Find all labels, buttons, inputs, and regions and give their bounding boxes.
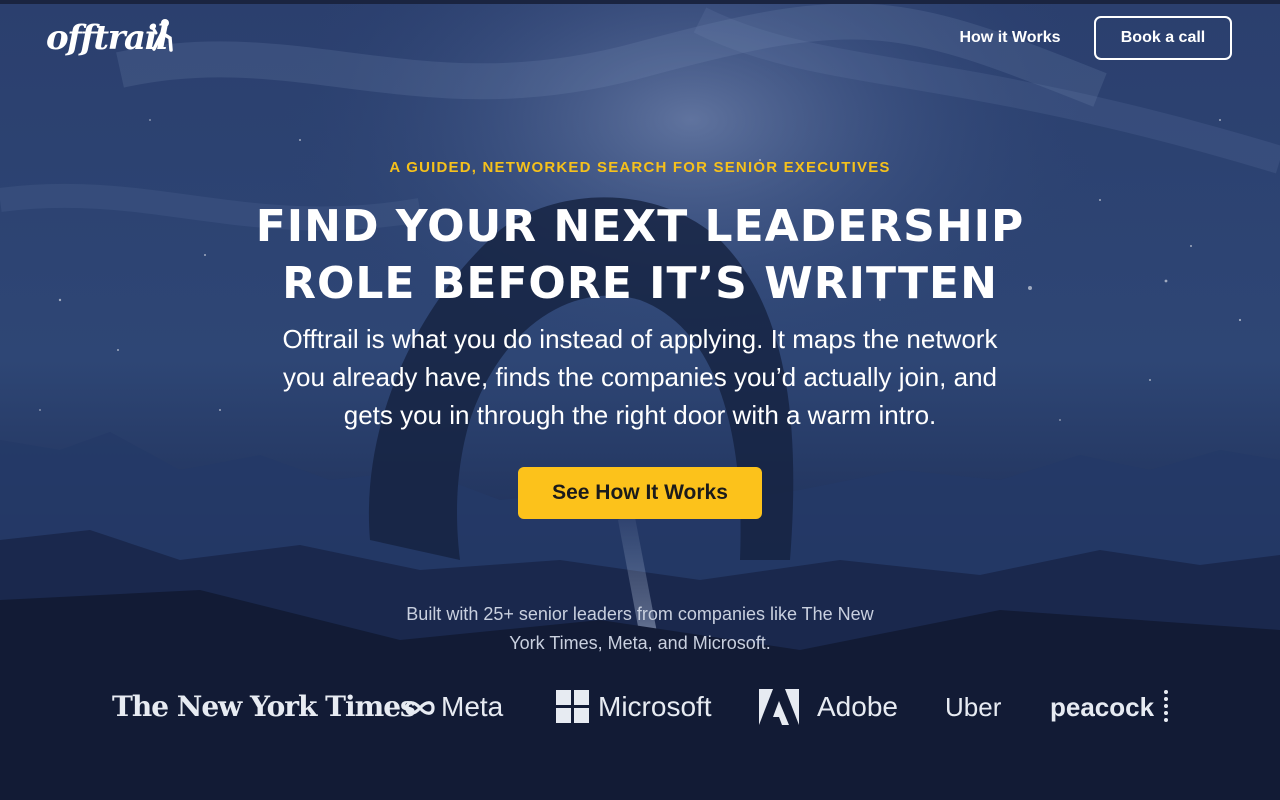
peacock-logo-text: peacock	[1050, 692, 1155, 722]
hero-subtext: Offtrail is what you do instead of apply…	[250, 320, 1030, 434]
nyt-logo-text: The New York Times	[112, 690, 416, 723]
uber-logo: Uber	[945, 684, 1001, 732]
nav-how-it-works[interactable]: How it Works	[940, 24, 1080, 52]
offtrail-logo[interactable]: offtrail	[46, 14, 178, 62]
social-proof-line-1: Built with 25+ senior leaders from compa…	[406, 604, 874, 624]
peacock-dots-icon	[1164, 690, 1168, 724]
headline-line-1: FIND YOUR NEXT LEADERSHIP	[255, 201, 1025, 252]
book-a-call-button[interactable]: Book a call	[1094, 16, 1232, 60]
hiker-icon	[151, 19, 173, 52]
subtext-line-2: you already have, finds the companies yo…	[283, 362, 997, 392]
adobe-logo-text: Adobe	[817, 691, 898, 722]
peacock-logo: peacock	[1050, 684, 1168, 732]
see-how-it-works-button[interactable]: See How It Works	[518, 467, 762, 519]
subtext-line-3: gets you in through the right door with …	[343, 400, 937, 430]
meta-logo-text: Meta	[441, 691, 504, 722]
subtext-line-1: Offtrail is what you do instead of apply…	[282, 324, 998, 354]
company-logo-row: The New York Times Meta Microsoft Adobe …	[0, 684, 1280, 732]
social-proof-line-2: York Times, Meta, and Microsoft.	[509, 633, 771, 653]
hero-eyebrow: A GUIDED, NETWORKED SEARCH FOR SENIOR EX…	[389, 159, 891, 176]
adobe-a-icon	[759, 689, 799, 725]
microsoft-grid-icon	[556, 690, 589, 723]
top-edge-bar	[0, 0, 1280, 4]
nyt-logo: The New York Times	[112, 684, 416, 732]
uber-logo-text: Uber	[945, 692, 1002, 722]
meta-infinity-icon	[405, 701, 435, 715]
headline-line-2: ROLE BEFORE IT’S WRITTEN	[282, 258, 998, 309]
microsoft-logo-text: Microsoft	[598, 691, 712, 722]
hero-headline: FIND YOUR NEXT LEADERSHIP ROLE BEFORE IT…	[200, 198, 1080, 312]
social-proof-text: Built with 25+ senior leaders from compa…	[380, 600, 900, 658]
